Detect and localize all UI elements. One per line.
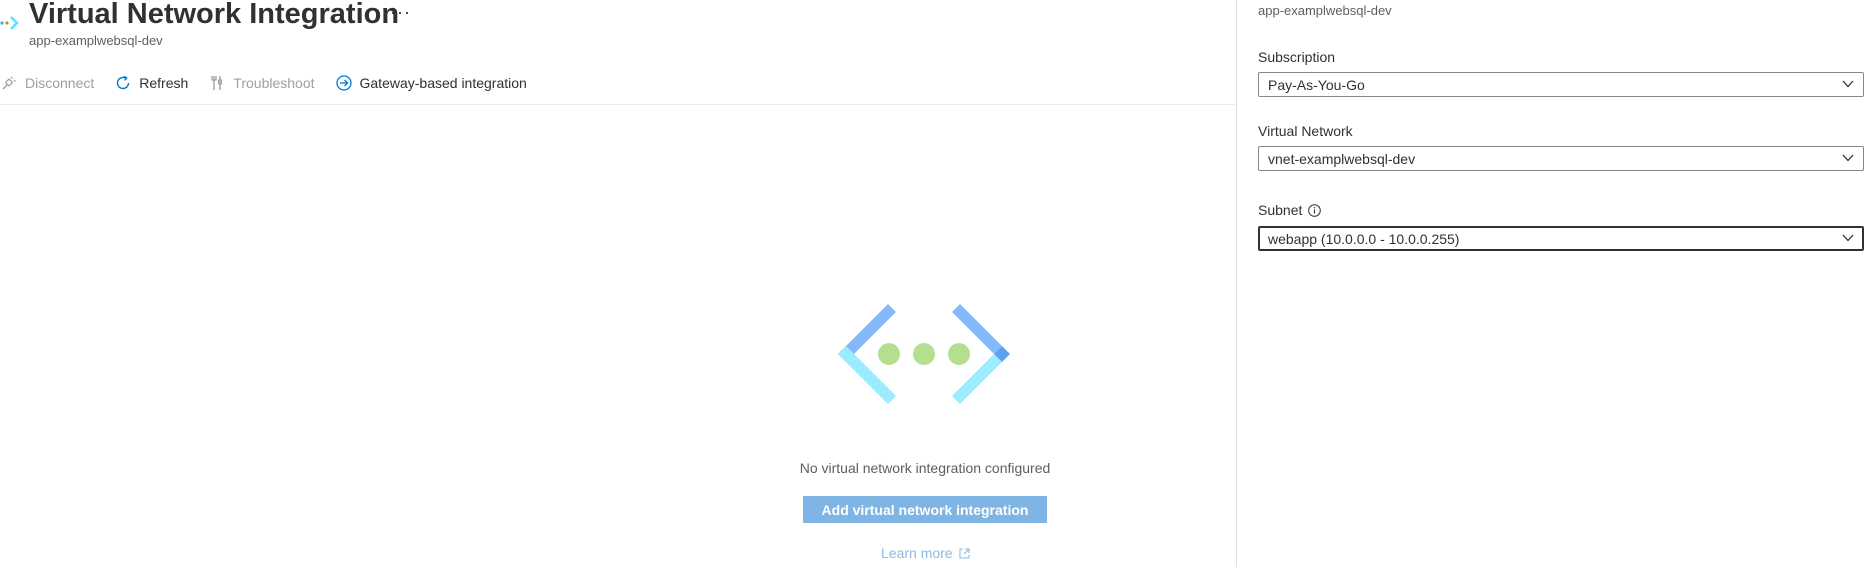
- subscription-label: Subscription: [1258, 49, 1336, 65]
- page-title: Virtual Network Integration: [29, 0, 400, 30]
- disconnect-plug-icon: [0, 74, 18, 92]
- chevron-down-icon: [1842, 154, 1854, 162]
- gateway-arrow-circle-icon: [335, 74, 353, 92]
- troubleshoot-label: Troubleshoot: [233, 75, 315, 91]
- subscription-value: Pay-As-You-Go: [1268, 76, 1365, 93]
- virtual-network-dropdown[interactable]: vnet-examplwebsql-dev: [1258, 146, 1864, 171]
- page: Virtual Network Integration ··· app-exam…: [0, 0, 1869, 567]
- add-vnet-integration-button[interactable]: Add virtual network integration: [803, 496, 1047, 523]
- empty-state-message: No virtual network integration configure…: [799, 460, 1051, 476]
- virtual-network-value: vnet-examplwebsql-dev: [1268, 150, 1416, 167]
- info-icon[interactable]: [1308, 203, 1322, 217]
- page-subtitle: app-examplwebsql-dev: [29, 33, 163, 48]
- disconnect-button[interactable]: Disconnect: [0, 74, 94, 92]
- subnet-label: Subnet: [1258, 202, 1303, 218]
- refresh-label: Refresh: [139, 75, 189, 91]
- gateway-integration-button[interactable]: Gateway-based integration: [335, 74, 527, 92]
- header-divider: [0, 104, 1235, 105]
- vnet-arrow-icon: [0, 16, 19, 30]
- external-link-icon: [959, 547, 970, 559]
- subnet-value: webapp (10.0.0.0 - 10.0.0.255): [1268, 230, 1460, 247]
- chevron-down-icon: [1842, 234, 1854, 242]
- vnet-empty-illustration-icon: [838, 304, 1010, 404]
- disconnect-label: Disconnect: [25, 75, 95, 91]
- subscription-dropdown[interactable]: Pay-As-You-Go: [1258, 72, 1864, 97]
- troubleshoot-button[interactable]: Troubleshoot: [208, 74, 315, 92]
- refresh-button[interactable]: Refresh: [114, 74, 188, 92]
- main-blade: Virtual Network Integration ··· app-exam…: [0, 0, 1235, 567]
- add-vnet-integration-panel: app-examplwebsql-dev Subscription Pay-As…: [1236, 0, 1869, 567]
- more-options-button[interactable]: ···: [390, 2, 411, 23]
- gateway-integration-label: Gateway-based integration: [359, 75, 527, 91]
- virtual-network-label: Virtual Network: [1258, 123, 1353, 139]
- learn-more-label: Learn more: [881, 545, 953, 561]
- refresh-icon: [114, 74, 132, 92]
- subnet-dropdown[interactable]: webapp (10.0.0.0 - 10.0.0.255): [1258, 226, 1864, 251]
- chevron-down-icon: [1842, 80, 1854, 88]
- command-bar: Disconnect Refresh Troubleshoot Gateway-…: [0, 70, 547, 96]
- troubleshoot-tools-icon: [208, 74, 226, 92]
- subnet-label-group: Subnet: [1258, 202, 1322, 218]
- learn-more-link[interactable]: Learn more: [881, 545, 970, 561]
- panel-subtitle: app-examplwebsql-dev: [1258, 3, 1392, 18]
